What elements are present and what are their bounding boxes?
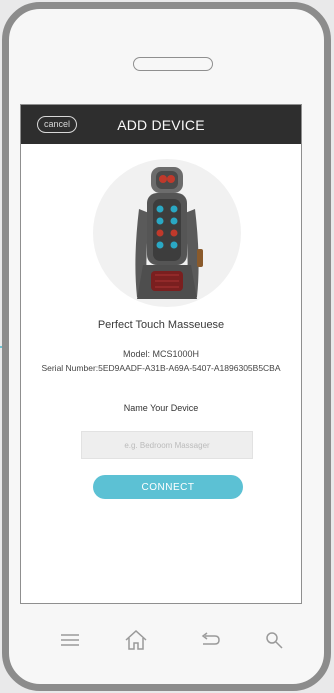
title-bar: cancel ADD DEVICE	[21, 105, 301, 144]
name-device-label: Name Your Device	[123, 403, 199, 413]
bottom-nav	[20, 618, 302, 662]
connect-button[interactable]: CONNECT	[93, 475, 243, 499]
home-icon[interactable]	[124, 628, 148, 652]
back-icon[interactable]	[198, 628, 222, 652]
serial-number: Serial Number:5ED9AADF-A31B-A69A-5407-A1…	[41, 363, 281, 373]
phone-speaker	[133, 57, 213, 71]
device-image-container	[93, 159, 241, 307]
product-name: Perfect Touch Masseuese	[97, 319, 225, 331]
search-icon[interactable]	[262, 628, 286, 652]
menu-icon[interactable]	[58, 628, 82, 652]
device-name-input[interactable]	[81, 431, 253, 459]
massage-seat-image	[135, 167, 203, 299]
app-screen: cancel ADD DEVICE Perfect Touch Masseues…	[20, 104, 302, 604]
page-title: ADD DEVICE	[117, 117, 205, 133]
model-number: Model: MCS1000H	[122, 349, 200, 359]
